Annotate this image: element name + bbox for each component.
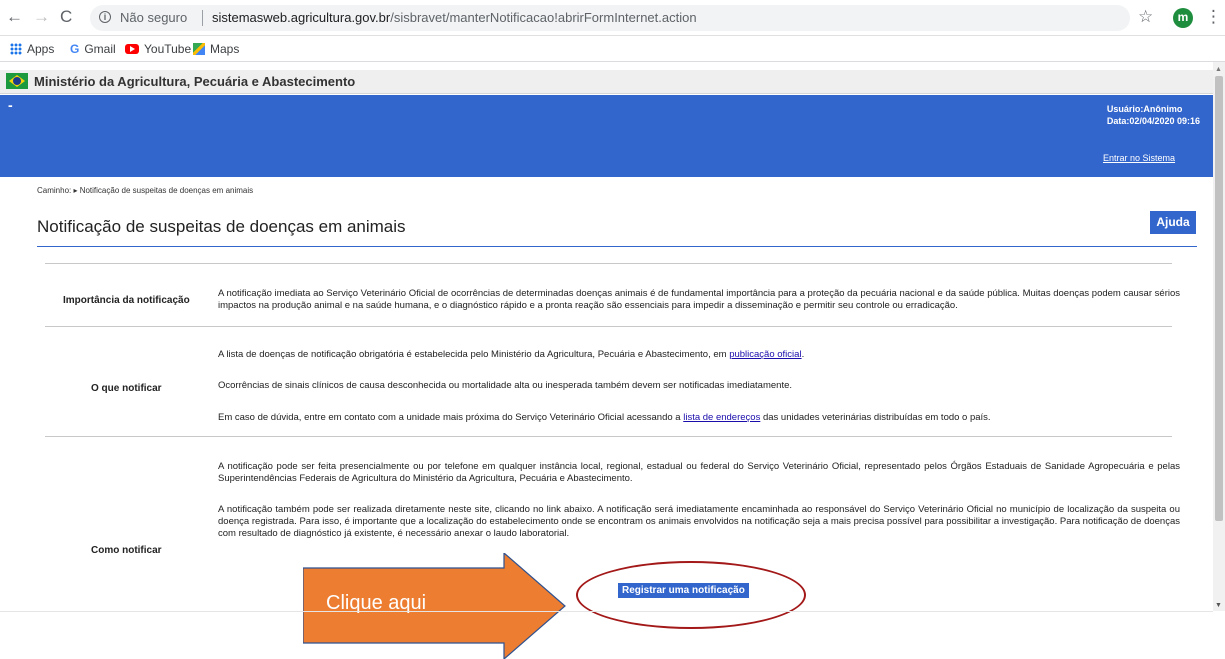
official-publication-link[interactable]: publicação oficial xyxy=(729,349,801,360)
login-link-wrapper: Entrar no Sistema xyxy=(1103,148,1175,166)
what-paragraph-1: A lista de doenças de notificação obriga… xyxy=(218,349,1180,361)
url-path: /sisbravet/manterNotificacao!abrirFormIn… xyxy=(390,10,697,25)
what-p1-end: . xyxy=(801,349,805,360)
youtube-icon xyxy=(125,44,139,54)
help-button[interactable]: Ajuda xyxy=(1150,211,1196,234)
header-dash: - xyxy=(8,97,13,113)
highlight-ellipse xyxy=(576,561,806,629)
google-logo-icon: G xyxy=(70,42,80,56)
bookmark-youtube[interactable]: YouTube xyxy=(125,42,191,56)
scroll-up-icon[interactable]: ▲ xyxy=(1215,66,1222,73)
user-label: Usuário:Anônimo xyxy=(1106,104,1183,114)
what-p3-text: Em caso de dúvida, entre em contato com … xyxy=(218,412,684,423)
scrollbar-thumb[interactable] xyxy=(1215,76,1223,521)
bookmark-star-icon[interactable]: ☆ xyxy=(1138,7,1153,27)
bookmark-maps-label: Maps xyxy=(210,42,240,56)
section-divider xyxy=(45,263,1172,264)
what-p3-end: das unidades veterinárias distribuídas e… xyxy=(760,412,991,423)
url-host: sistemasweb.agricultura.gov.br xyxy=(212,10,391,25)
site-header: - Usuário:Anônimo Data:02/04/2020 09:16 xyxy=(0,95,1213,177)
what-label: O que notificar xyxy=(91,383,162,394)
security-status[interactable]: Não seguro xyxy=(120,10,187,25)
ministry-title: Ministério da Agricultura, Pecuária e Ab… xyxy=(34,74,356,89)
url-text[interactable]: sistemasweb.agricultura.gov.br/sisbravet… xyxy=(212,10,697,25)
address-bar[interactable]: i Não seguro sistemasweb.agricultura.gov… xyxy=(90,5,1130,31)
back-arrow-icon[interactable]: ← xyxy=(6,8,23,26)
reload-icon[interactable]: C xyxy=(60,8,72,26)
brazil-flag-icon xyxy=(6,73,28,89)
importance-text: A notificação imediata ao Serviço Veteri… xyxy=(218,288,1180,311)
profile-avatar[interactable]: m xyxy=(1173,8,1193,28)
login-link[interactable]: Entrar no Sistema xyxy=(1103,153,1175,163)
breadcrumb: Caminho: ▸ Notificação de suspeitas de d… xyxy=(37,186,254,195)
bookmark-youtube-label: YouTube xyxy=(144,42,192,56)
forward-arrow-icon[interactable]: → xyxy=(33,8,50,26)
info-icon[interactable]: i xyxy=(99,11,111,23)
user-info: Usuário:Anônimo Data:02/04/2020 09:16 xyxy=(1107,103,1200,127)
how-paragraph-1: A notificação pode ser feita presencialm… xyxy=(218,461,1180,484)
date-label: Data:02/04/2020 09:16 xyxy=(1106,116,1200,126)
page-bottom-divider xyxy=(0,611,1213,612)
how-paragraph-2: A notificação também pode ser realizada … xyxy=(218,504,1180,539)
what-paragraph-3: Em caso de dúvida, entre em contato com … xyxy=(218,412,1180,424)
section-divider xyxy=(45,436,1172,437)
bookmark-gmail[interactable]: G Gmail xyxy=(70,42,116,56)
how-label: Como notificar xyxy=(91,545,162,556)
vertical-scrollbar[interactable]: ▲ ▼ xyxy=(1213,62,1225,611)
browser-menu-icon[interactable]: ⋮ xyxy=(1205,7,1222,27)
apps-grid-icon xyxy=(10,43,22,55)
scroll-down-icon[interactable]: ▼ xyxy=(1215,602,1222,609)
maps-icon xyxy=(193,43,205,55)
bookmarks-bar: Apps G Gmail YouTube Maps xyxy=(0,36,1225,62)
browser-toolbar: ← → C i Não seguro sistemasweb.agricultu… xyxy=(0,0,1225,36)
bookmark-maps[interactable]: Maps xyxy=(193,42,239,56)
what-paragraph-2: Ocorrências de sinais clínicos de causa … xyxy=(218,380,793,391)
title-divider xyxy=(37,246,1197,247)
what-p1-text: A lista de doenças de notificação obriga… xyxy=(218,349,730,360)
omnibox-divider xyxy=(202,10,203,26)
bookmark-apps[interactable]: Apps xyxy=(10,42,54,56)
gov-bar: Ministério da Agricultura, Pecuária e Ab… xyxy=(0,70,1213,94)
address-list-link[interactable]: lista de endereços xyxy=(683,412,760,423)
section-divider xyxy=(45,326,1172,327)
bookmark-apps-label: Apps xyxy=(27,42,55,56)
importance-label: Importância da notificação xyxy=(63,295,190,306)
page-title: Notificação de suspeitas de doenças em a… xyxy=(37,217,406,236)
bookmark-gmail-label: Gmail xyxy=(84,42,116,56)
